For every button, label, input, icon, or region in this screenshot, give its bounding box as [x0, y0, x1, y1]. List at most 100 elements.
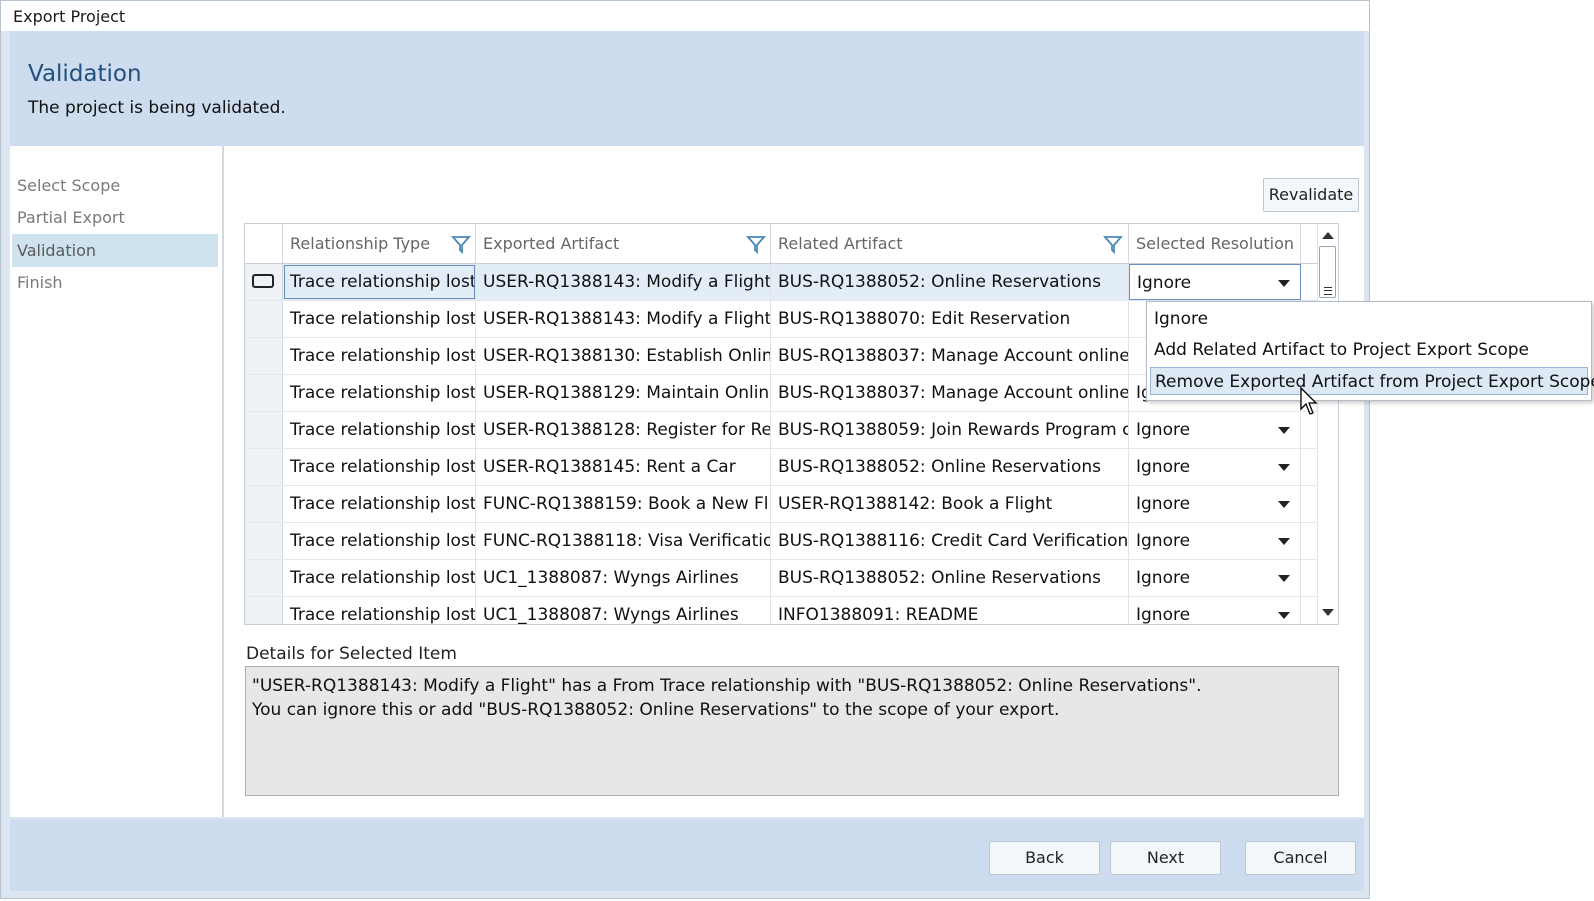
grid-header: Relationship Type Exported Artifact Rela…: [245, 224, 1320, 264]
row-header[interactable]: [245, 264, 283, 300]
cell-relationship-type[interactable]: Trace relationship lost: [283, 412, 476, 448]
cancel-button[interactable]: Cancel: [1245, 841, 1356, 875]
resolution-combo[interactable]: Ignore: [1129, 486, 1301, 522]
nav-item-partial-export[interactable]: Partial Export: [12, 201, 218, 234]
cell-relationship-type[interactable]: Trace relationship lost: [283, 560, 476, 596]
dropdown-option-remove-exported[interactable]: Remove Exported Artifact from Project Ex…: [1150, 367, 1594, 395]
scroll-down-icon[interactable]: [1322, 609, 1334, 616]
cell-relationship-type[interactable]: Trace relationship lost: [283, 449, 476, 485]
resolution-dropdown-menu: Ignore Add Related Artifact to Project E…: [1146, 301, 1594, 401]
page-subtitle: The project is being validated.: [28, 98, 286, 118]
table-row[interactable]: Trace relationship lost FUNC-RQ1388159: …: [245, 486, 1320, 523]
row-header[interactable]: [245, 523, 283, 559]
table-row[interactable]: Trace relationship lost UC1_1388087: Wyn…: [245, 597, 1320, 625]
cell-exported-artifact[interactable]: USER-RQ1388130: Establish Onlin: [476, 338, 771, 374]
cell-related-artifact[interactable]: BUS-RQ1388037: Manage Account online: [771, 338, 1129, 374]
filter-icon[interactable]: [1103, 234, 1123, 254]
table-row[interactable]: Trace relationship lost USER-RQ1388143: …: [245, 264, 1320, 301]
cell-relationship-type[interactable]: Trace relationship lost: [283, 301, 476, 337]
scroll-thumb[interactable]: [1319, 246, 1336, 298]
table-row[interactable]: Trace relationship lost USER-RQ1388128: …: [245, 412, 1320, 449]
current-row-icon: [252, 274, 274, 288]
column-header-exported-artifact[interactable]: Exported Artifact: [476, 224, 771, 263]
column-label: Relationship Type: [290, 234, 431, 253]
resolution-combo[interactable]: Ignore: [1129, 264, 1301, 300]
chevron-down-icon[interactable]: [1278, 280, 1290, 287]
cell-related-artifact[interactable]: USER-RQ1388142: Book a Flight: [771, 486, 1129, 522]
row-header[interactable]: [245, 412, 283, 448]
column-label: Exported Artifact: [483, 234, 620, 253]
cell-related-artifact[interactable]: BUS-RQ1388052: Online Reservations: [771, 560, 1129, 596]
details-line-1: "USER-RQ1388143: Modify a Flight" has a …: [252, 676, 1202, 696]
resolution-combo[interactable]: Ignore: [1129, 560, 1301, 596]
title-bar: Export Project: [1, 1, 1369, 31]
wizard-steps-nav: Select Scope Partial Export Validation F…: [10, 146, 224, 817]
resolution-combo[interactable]: Ignore: [1129, 449, 1301, 485]
row-header[interactable]: [245, 597, 283, 624]
resolution-combo[interactable]: Ignore: [1129, 412, 1301, 448]
cell-related-artifact[interactable]: BUS-RQ1388116: Credit Card Verification: [771, 523, 1129, 559]
cell-exported-artifact[interactable]: UC1_1388087: Wyngs Airlines: [476, 597, 771, 624]
cell-relationship-type[interactable]: Trace relationship lost: [283, 375, 476, 411]
next-button[interactable]: Next: [1110, 841, 1221, 875]
column-label: Related Artifact: [778, 234, 903, 253]
row-header[interactable]: [245, 375, 283, 411]
resolution-value: Ignore: [1136, 605, 1191, 625]
cell-related-artifact[interactable]: BUS-RQ1388070: Edit Reservation: [771, 301, 1129, 337]
revalidate-button[interactable]: Revalidate: [1263, 178, 1359, 212]
cell-exported-artifact[interactable]: USER-RQ1388143: Modify a Flight: [476, 264, 771, 300]
cell-relationship-type[interactable]: Trace relationship lost: [283, 264, 476, 300]
row-header[interactable]: [245, 301, 283, 337]
cell-related-artifact[interactable]: BUS-RQ1388052: Online Reservations: [771, 449, 1129, 485]
cell-related-artifact[interactable]: BUS-RQ1388059: Join Rewards Program c: [771, 412, 1129, 448]
table-row[interactable]: Trace relationship lost UC1_1388087: Wyn…: [245, 560, 1320, 597]
cell-exported-artifact[interactable]: FUNC-RQ1388159: Book a New Fli: [476, 486, 771, 522]
row-header[interactable]: [245, 486, 283, 522]
cell-exported-artifact[interactable]: USER-RQ1388143: Modify a Flight: [476, 301, 771, 337]
column-header-related-artifact[interactable]: Related Artifact: [771, 224, 1129, 263]
resolution-combo[interactable]: Ignore: [1129, 597, 1301, 625]
row-header[interactable]: [245, 560, 283, 596]
cell-related-artifact[interactable]: BUS-RQ1388037: Manage Account online: [771, 375, 1129, 411]
cell-relationship-type[interactable]: Trace relationship lost: [283, 338, 476, 374]
nav-item-select-scope[interactable]: Select Scope: [12, 169, 218, 202]
chevron-down-icon[interactable]: [1278, 575, 1290, 582]
mouse-cursor-icon: [1300, 387, 1318, 415]
cell-relationship-type[interactable]: Trace relationship lost: [283, 523, 476, 559]
back-button[interactable]: Back: [989, 841, 1100, 875]
cell-relationship-type[interactable]: Trace relationship lost: [283, 597, 476, 624]
row-header[interactable]: [245, 338, 283, 374]
cell-related-artifact[interactable]: INFO1388091: README: [771, 597, 1129, 624]
cell-exported-artifact[interactable]: FUNC-RQ1388118: Visa Verificatio: [476, 523, 771, 559]
column-header-selected-resolution[interactable]: Selected Resolution: [1129, 224, 1301, 263]
grid-vertical-scrollbar[interactable]: [1317, 224, 1338, 624]
dropdown-option-ignore[interactable]: Ignore: [1150, 305, 1588, 333]
chevron-down-icon[interactable]: [1278, 427, 1290, 434]
details-textbox[interactable]: "USER-RQ1388143: Modify a Flight" has a …: [245, 666, 1339, 796]
cell-relationship-type[interactable]: Trace relationship lost: [283, 486, 476, 522]
resolution-value: Ignore: [1137, 273, 1192, 293]
filter-icon[interactable]: [451, 234, 471, 254]
chevron-down-icon[interactable]: [1278, 464, 1290, 471]
nav-item-validation[interactable]: Validation: [12, 234, 218, 267]
table-row[interactable]: Trace relationship lost FUNC-RQ1388118: …: [245, 523, 1320, 560]
column-header-relationship-type[interactable]: Relationship Type: [283, 224, 476, 263]
details-line-2: You can ignore this or add "BUS-RQ138805…: [252, 700, 1060, 720]
row-header[interactable]: [245, 449, 283, 485]
cell-exported-artifact[interactable]: USER-RQ1388145: Rent a Car: [476, 449, 771, 485]
window-title: Export Project: [13, 7, 126, 26]
cell-exported-artifact[interactable]: UC1_1388087: Wyngs Airlines: [476, 560, 771, 596]
scroll-up-icon[interactable]: [1322, 232, 1334, 239]
cell-exported-artifact[interactable]: USER-RQ1388129: Maintain Online: [476, 375, 771, 411]
chevron-down-icon[interactable]: [1278, 501, 1290, 508]
nav-item-finish[interactable]: Finish: [12, 266, 218, 299]
filter-icon[interactable]: [746, 234, 766, 254]
chevron-down-icon[interactable]: [1278, 612, 1290, 619]
table-row[interactable]: Trace relationship lost USER-RQ1388145: …: [245, 449, 1320, 486]
grip-icon: [1324, 287, 1332, 295]
dropdown-option-add-related[interactable]: Add Related Artifact to Project Export S…: [1150, 336, 1588, 364]
resolution-combo[interactable]: Ignore: [1129, 523, 1301, 559]
cell-related-artifact[interactable]: BUS-RQ1388052: Online Reservations: [771, 264, 1129, 300]
cell-exported-artifact[interactable]: USER-RQ1388128: Register for Re: [476, 412, 771, 448]
chevron-down-icon[interactable]: [1278, 538, 1290, 545]
